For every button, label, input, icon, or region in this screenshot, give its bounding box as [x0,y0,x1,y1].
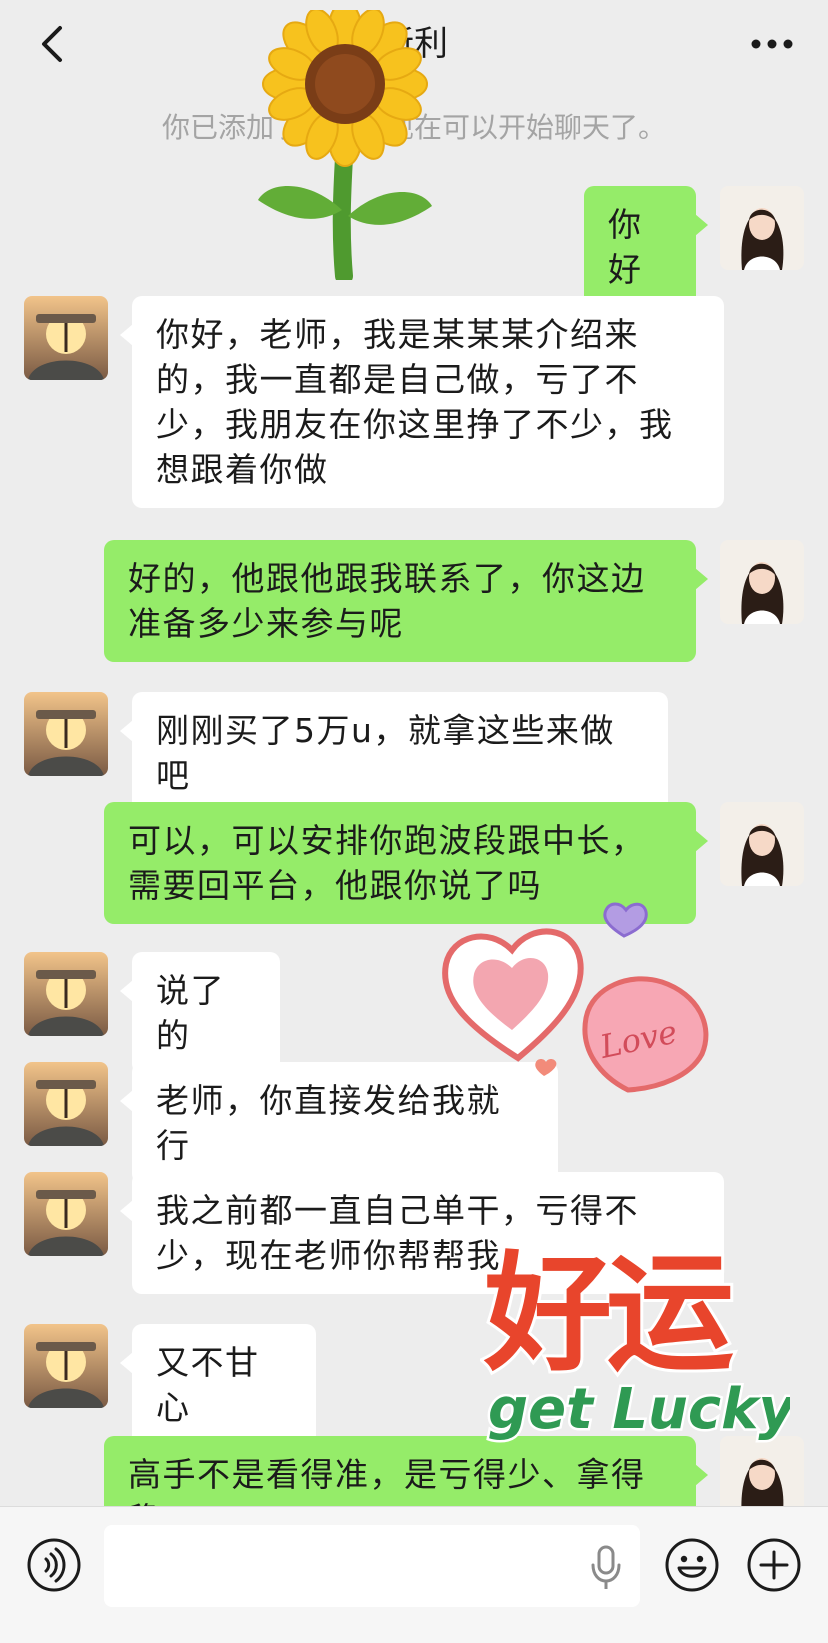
plus-icon [747,1538,801,1592]
avatar-contact[interactable] [24,692,108,776]
message-bubble[interactable]: 你好 [584,186,708,308]
avatar-contact[interactable] [24,296,108,380]
love-hearts-sticker: Love [440,900,730,1100]
message-bubble[interactable]: 刚刚买了5万u，就拿这些来做吧 [120,692,668,814]
avatar-contact[interactable] [24,952,108,1036]
avatar-contact[interactable] [24,1062,108,1146]
more-dots-icon [751,39,793,49]
emoji-button[interactable] [664,1537,720,1593]
message-bubble[interactable]: 好的，他跟他跟我联系了，你这边准备多少来参与呢 [104,540,708,662]
sunflower-sticker [250,1,450,285]
message-input[interactable] [104,1525,640,1607]
voice-button[interactable] [26,1537,82,1593]
lucky-cn-text: 好运 [483,1240,734,1389]
avatar-contact[interactable] [24,1172,108,1256]
avatar-self[interactable] [720,186,804,270]
message-bubble[interactable]: 你好，老师，我是某某某介绍来的，我一直都是自己做，亏了不少，我朋友在你这里挣了不… [120,296,724,508]
plus-button[interactable] [746,1537,802,1593]
message-bubble[interactable]: 又不甘心 [120,1324,316,1446]
microphone-icon[interactable] [588,1543,624,1593]
avatar-self[interactable] [720,802,804,886]
message-bubble[interactable]: 说了的 [120,952,280,1074]
avatar-self[interactable] [720,540,804,624]
input-bar [0,1506,828,1643]
emoji-icon [665,1538,719,1592]
lucky-en-text: get Lucky [488,1377,790,1442]
avatar-contact[interactable] [24,1324,108,1408]
good-luck-sticker: 好运 get Lucky [480,1228,800,1448]
voice-icon [27,1538,81,1592]
more-button[interactable] [742,22,802,66]
